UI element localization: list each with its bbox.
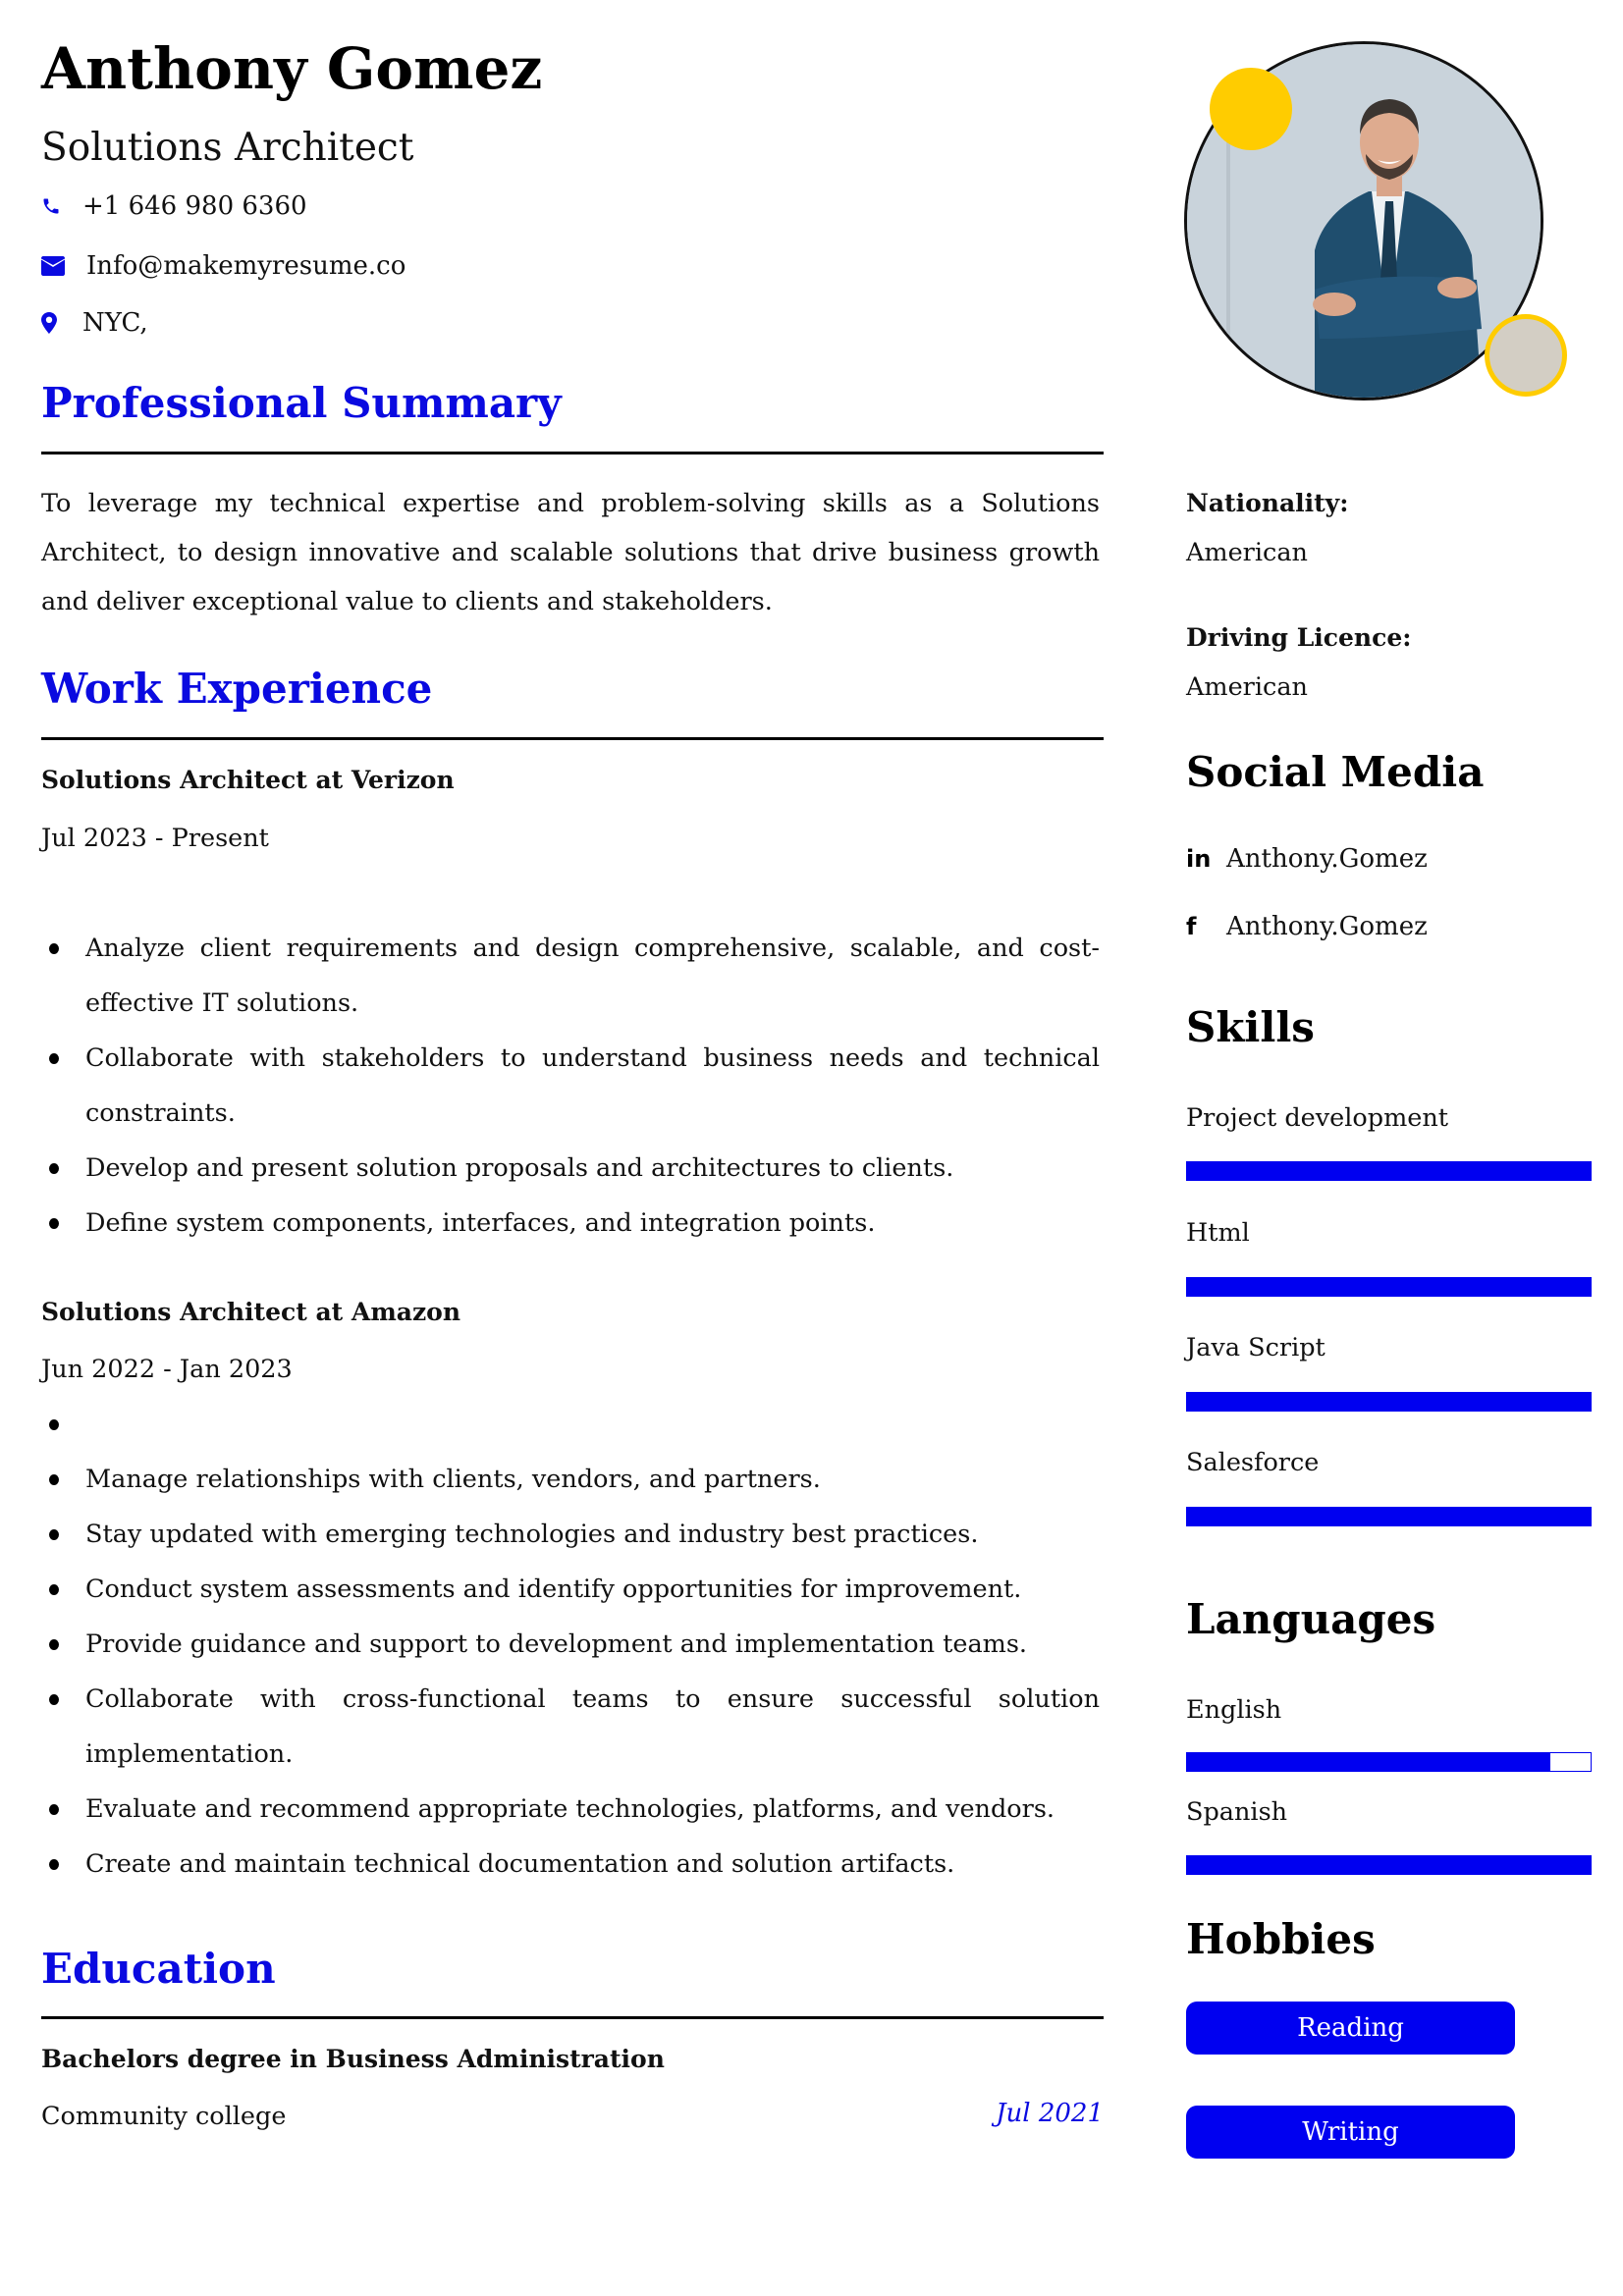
nationality-label: Nationality: — [1186, 489, 1349, 517]
bullet-dot-icon — [49, 1639, 59, 1650]
bullet-dot-icon — [49, 1218, 59, 1229]
email-link[interactable]: Info@makemyresume.co — [86, 251, 406, 281]
language-label: Spanish — [1186, 1797, 1288, 1827]
graduation-date: Jul 2021 — [996, 2099, 1104, 2128]
bullet-text: Develop and present solution proposals a… — [85, 1153, 954, 1183]
bullet-item: Evaluate and recommend appropriate techn… — [41, 1782, 1100, 1837]
bullet-item: Conduct system assessments and identify … — [41, 1562, 1100, 1617]
bullet-text: Create and maintain technical documentat… — [85, 1849, 955, 1879]
bullet-dot-icon — [49, 1474, 59, 1485]
facebook-icon: f — [1186, 913, 1197, 940]
social-heading: Social Media — [1186, 748, 1485, 796]
skill-level-fill — [1187, 1393, 1591, 1411]
job-2-title: Solutions Architect at Amazon — [41, 1298, 461, 1326]
education-divider — [41, 2016, 1104, 2019]
location-text: NYC, — [82, 308, 148, 338]
social-linkedin[interactable]: in Anthony.Gomez — [1186, 844, 1428, 874]
bullet-dot-icon — [49, 1694, 59, 1705]
skill-label: Project development — [1186, 1103, 1449, 1133]
skill-level-bar — [1186, 1161, 1592, 1181]
job-1-bullet-list: Analyze client requirements and design c… — [41, 921, 1100, 1251]
language-level-fill — [1187, 1753, 1550, 1771]
skill-level-bar — [1186, 1392, 1592, 1412]
bullet-item: Define system components, interfaces, an… — [41, 1196, 1100, 1251]
contact-location: NYC, — [41, 308, 148, 338]
language-level-bar — [1186, 1752, 1592, 1772]
bullet-item: Develop and present solution proposals a… — [41, 1141, 1100, 1196]
skill-level-fill — [1187, 1508, 1591, 1525]
experience-heading: Work Experience — [41, 665, 433, 713]
bullet-text: Define system components, interfaces, an… — [85, 1208, 876, 1238]
decorative-yellow-circle — [1210, 68, 1292, 150]
education-heading: Education — [41, 1945, 276, 1993]
candidate-name: Anthony Gomez — [41, 35, 543, 102]
bullet-dot-icon — [49, 1804, 59, 1815]
summary-heading: Professional Summary — [41, 379, 562, 427]
bullet-item: Manage relationships with clients, vendo… — [41, 1452, 1100, 1507]
job-2-dates: Jun 2022 - Jan 2023 — [41, 1355, 293, 1384]
bullet-dot-icon — [49, 1584, 59, 1595]
summary-divider — [41, 452, 1104, 454]
map-pin-icon — [41, 310, 67, 336]
bullet-text: Collaborate with cross-functional teams … — [85, 1684, 1100, 1769]
bullet-item: Provide guidance and support to developm… — [41, 1617, 1100, 1672]
skill-label: Java Script — [1186, 1333, 1325, 1362]
contact-phone: +1 646 980 6360 — [41, 191, 307, 221]
bullet-dot-icon — [49, 943, 59, 954]
school-name: Community college — [41, 2102, 287, 2131]
job-1-title: Solutions Architect at Verizon — [41, 766, 455, 794]
bullet-dot-icon — [49, 1859, 59, 1870]
skill-level-fill — [1187, 1278, 1591, 1296]
experience-divider — [41, 737, 1104, 740]
bullet-dot-icon — [49, 1163, 59, 1174]
bullet-item: Analyze client requirements and design c… — [41, 921, 1100, 1031]
bullet-dot-icon — [49, 1529, 59, 1540]
language-level-bar — [1186, 1855, 1592, 1875]
bullet-dot-icon — [49, 1419, 59, 1430]
bullet-text: Evaluate and recommend appropriate techn… — [85, 1794, 1055, 1824]
nationality-value: American — [1186, 538, 1308, 567]
licence-label: Driving Licence: — [1186, 623, 1412, 652]
degree-title: Bachelors degree in Business Administrat… — [41, 2045, 665, 2073]
facebook-handle[interactable]: Anthony.Gomez — [1226, 912, 1428, 941]
envelope-icon — [41, 253, 67, 279]
social-facebook[interactable]: f Anthony.Gomez — [1186, 912, 1428, 941]
hobbies-heading: Hobbies — [1186, 1915, 1376, 1963]
decorative-ring-circle — [1485, 314, 1567, 397]
bullet-item — [41, 1397, 1100, 1452]
bullet-item: Collaborate with stakeholders to underst… — [41, 1031, 1100, 1141]
job-2-bullet-list: Manage relationships with clients, vendo… — [41, 1397, 1100, 1892]
bullet-text: Manage relationships with clients, vendo… — [85, 1465, 821, 1494]
language-level-fill — [1187, 1856, 1591, 1874]
phone-icon — [41, 193, 67, 219]
bullet-item: Create and maintain technical documentat… — [41, 1837, 1100, 1892]
skills-heading: Skills — [1186, 1003, 1315, 1051]
contact-email: Info@makemyresume.co — [41, 251, 406, 281]
summary-text: To leverage my technical expertise and p… — [41, 489, 1100, 616]
language-label: English — [1186, 1695, 1282, 1725]
languages-heading: Languages — [1186, 1595, 1436, 1643]
hobby-tag: Reading — [1186, 2002, 1515, 2055]
job-title: Solutions Architect — [41, 126, 414, 170]
job-1-dates: Jul 2023 - Present — [41, 824, 269, 853]
bullet-text: Provide guidance and support to developm… — [85, 1629, 1028, 1659]
hobby-tag: Writing — [1186, 2106, 1515, 2159]
skill-level-bar — [1186, 1277, 1592, 1297]
bullet-item: Stay updated with emerging technologies … — [41, 1507, 1100, 1562]
skill-level-bar — [1186, 1507, 1592, 1526]
bullet-item: Collaborate with cross-functional teams … — [41, 1672, 1100, 1782]
bullet-text: Analyze client requirements and design c… — [85, 934, 1100, 1018]
bullet-text: Stay updated with emerging technologies … — [85, 1520, 979, 1549]
bullet-text: Conduct system assessments and identify … — [85, 1575, 1022, 1604]
linkedin-handle[interactable]: Anthony.Gomez — [1226, 844, 1428, 874]
skill-level-fill — [1187, 1162, 1591, 1180]
skill-label: Salesforce — [1186, 1448, 1320, 1477]
phone-text: +1 646 980 6360 — [82, 191, 307, 221]
linkedin-icon: in — [1186, 845, 1212, 873]
bullet-dot-icon — [49, 1053, 59, 1064]
bullet-text: Collaborate with stakeholders to underst… — [85, 1043, 1100, 1128]
skill-label: Html — [1186, 1218, 1250, 1248]
licence-value: American — [1186, 672, 1308, 702]
